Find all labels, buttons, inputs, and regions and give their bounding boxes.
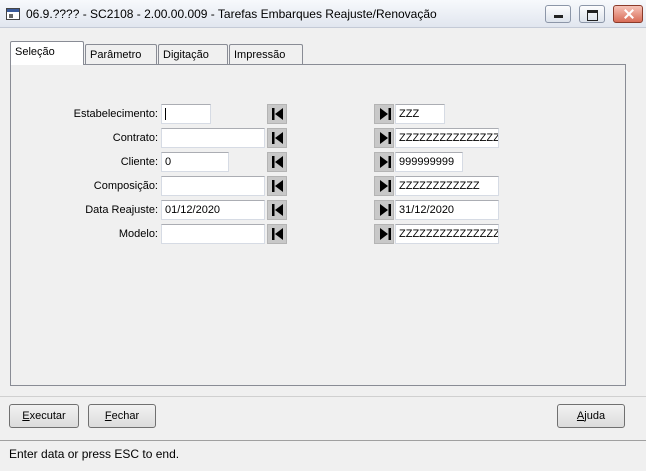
estabelecimento-end-input[interactable]: ZZZ xyxy=(395,104,445,124)
app-window-icon[interactable] xyxy=(6,8,20,20)
executar-button[interactable]: Executar xyxy=(9,404,79,428)
tab-impressao[interactable]: Impressão xyxy=(229,44,303,66)
first-record-icon[interactable] xyxy=(267,224,287,244)
window-title: 06.9.???? - SC2108 - 2.00.00.009 - Taref… xyxy=(26,7,437,21)
first-record-icon[interactable] xyxy=(267,176,287,196)
last-record-icon[interactable] xyxy=(374,104,394,124)
data-reajuste-end-input[interactable]: 31/12/2020 xyxy=(395,200,499,220)
modelo-label: Modelo: xyxy=(118,228,158,240)
tab-selecao[interactable]: Seleção xyxy=(10,41,84,65)
fechar-label: echar xyxy=(111,410,140,422)
modelo-start-input[interactable] xyxy=(161,224,265,244)
cliente-end-input[interactable]: 999999999 xyxy=(395,152,463,172)
tab-digitacao[interactable]: Digitação xyxy=(158,44,228,66)
contrato-end-input[interactable]: ZZZZZZZZZZZZZZZ xyxy=(395,128,499,148)
executar-mnemonic: E xyxy=(22,410,30,422)
close-window-button[interactable] xyxy=(613,5,643,23)
last-record-icon[interactable] xyxy=(374,200,394,220)
minimize-button[interactable] xyxy=(545,5,571,23)
first-record-icon[interactable] xyxy=(267,200,287,220)
executar-label: xecutar xyxy=(29,410,66,422)
last-record-icon[interactable] xyxy=(374,224,394,244)
tab-parametro[interactable]: Parâmetro xyxy=(85,44,157,66)
ajuda-label: juda xyxy=(584,410,606,422)
modelo-end-input[interactable]: ZZZZZZZZZZZZZZZ xyxy=(395,224,499,244)
status-text: Enter data or press ESC to end. xyxy=(9,447,180,461)
last-record-icon[interactable] xyxy=(374,176,394,196)
contrato-start-input[interactable] xyxy=(161,128,265,148)
maximize-button[interactable] xyxy=(579,5,605,23)
ajuda-button[interactable]: Ajuda xyxy=(557,404,625,428)
first-record-icon[interactable] xyxy=(267,152,287,172)
fechar-button[interactable]: Fechar xyxy=(88,404,156,428)
last-record-icon[interactable] xyxy=(374,128,394,148)
data-reajuste-start-input[interactable]: 01/12/2020 xyxy=(161,200,265,220)
cliente-label: Cliente: xyxy=(120,156,158,168)
estabelecimento-label: Estabelecimento: xyxy=(73,108,158,120)
cliente-start-input[interactable]: 0 xyxy=(161,152,229,172)
last-record-icon[interactable] xyxy=(374,152,394,172)
text-cursor xyxy=(165,108,166,120)
fechar-mnemonic: F xyxy=(104,410,112,422)
title-bar: 06.9.???? - SC2108 - 2.00.00.009 - Taref… xyxy=(0,0,646,28)
first-record-icon[interactable] xyxy=(267,128,287,148)
composicao-label: Composição: xyxy=(93,180,158,192)
estabelecimento-start-input[interactable] xyxy=(161,104,211,124)
first-record-icon[interactable] xyxy=(267,104,287,124)
data-reajuste-label: Data Reajuste: xyxy=(85,204,158,216)
composicao-end-input[interactable]: ZZZZZZZZZZZZ xyxy=(395,176,499,196)
composicao-start-input[interactable] xyxy=(161,176,265,196)
contrato-label: Contrato: xyxy=(112,132,158,144)
